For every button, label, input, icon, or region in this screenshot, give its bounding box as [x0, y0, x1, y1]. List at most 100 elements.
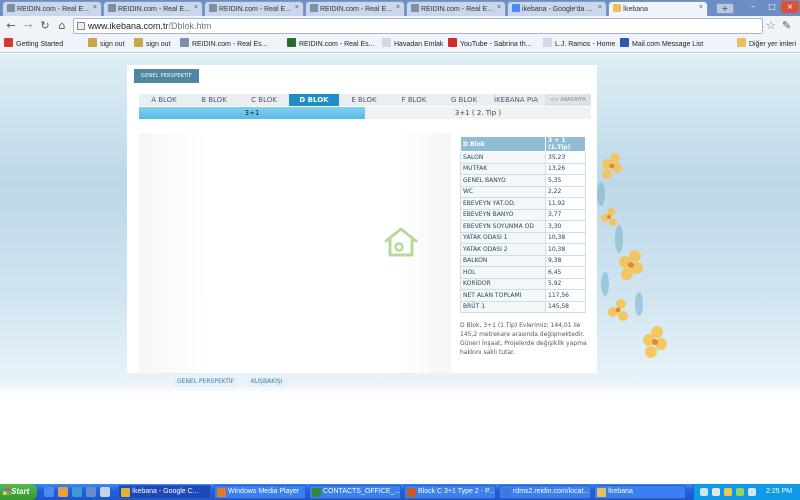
room-area: 145,58	[545, 300, 586, 313]
table-row: EBEVEYN SOYUNMA OD 3,30	[460, 220, 586, 233]
plan-frame-left	[139, 133, 209, 373]
mail-icon	[620, 38, 629, 47]
tab-type-3-1[interactable]: 3+1	[139, 107, 365, 119]
browser-tab-title: REIDIN.com - Real E...	[118, 6, 190, 13]
close-tab-icon[interactable]: ×	[194, 4, 198, 11]
browser-tab[interactable]: REIDIN.com - Real E... ×	[103, 1, 203, 16]
close-tab-icon[interactable]: ×	[396, 4, 400, 11]
minimize-window-button[interactable]: –	[744, 1, 762, 13]
bookmark-item[interactable]: Mail.com Message List	[620, 38, 703, 51]
table-row: BRÜT 1 145,58	[460, 300, 586, 313]
firefox-quick-launch-icon[interactable]	[58, 487, 68, 497]
taskbar-item[interactable]: Block C 3+1 Type 2 - P...	[404, 485, 496, 499]
room-area: 13,26	[545, 162, 586, 175]
room-area: 3,30	[545, 220, 586, 233]
browser-tab[interactable]: REIDIN.com - Real E... ×	[2, 1, 102, 16]
close-window-button[interactable]: ×	[781, 1, 799, 13]
bookmark-item[interactable]: sign out	[134, 38, 171, 51]
bookmark-item[interactable]: YouTube - Sabrina th...	[448, 38, 531, 51]
room-name: WC	[460, 185, 546, 198]
browser-tab[interactable]: ikebana - Google'da ... ×	[507, 1, 607, 16]
notification-icon[interactable]	[724, 488, 732, 496]
explorer-quick-launch-icon[interactable]	[100, 487, 110, 497]
tab-d-blok[interactable]: D BLOK	[289, 94, 339, 106]
taskbar-item[interactable]: İkebana - Google C...	[118, 485, 211, 499]
block-tabs: A BLOK B BLOK C BLOK D BLOK E BLOK F BLO…	[139, 94, 591, 106]
tab-b-blok[interactable]: B BLOK	[189, 94, 239, 106]
room-name: KORİDOR	[460, 277, 546, 290]
close-tab-icon[interactable]: ×	[295, 4, 299, 11]
reload-icon[interactable]: ↻	[37, 18, 53, 34]
browser-tab-title: ikebana - Google'da ...	[522, 6, 593, 13]
back-arrow-icon[interactable]: ←	[3, 18, 19, 34]
taskbar-item[interactable]: rdms2.reidin.com/locat...	[499, 485, 591, 499]
room-area: 35,23	[545, 151, 586, 164]
general-perspective-tab[interactable]: GENEL PERSPEKTİF	[134, 69, 199, 83]
tab-a-blok[interactable]: A BLOK	[139, 94, 189, 106]
room-name: SALON	[460, 151, 546, 164]
bookmark-item[interactable]: REIDIN.com - Real Es...	[287, 38, 374, 51]
table-row: EBEVEYN YAT.OD. 11,92	[460, 197, 586, 210]
maximize-window-button[interactable]: □	[763, 1, 781, 13]
bookmark-item[interactable]: sign out	[88, 38, 125, 51]
table-row: HOL 6,45	[460, 266, 586, 279]
tab-c-blok[interactable]: C BLOK	[239, 94, 289, 106]
room-area: 10,38	[545, 243, 586, 256]
chrome-icon	[121, 488, 130, 497]
bookmark-favicon-icon	[180, 38, 189, 47]
room-area: 117,56	[545, 289, 586, 302]
bookmark-star-icon[interactable]: ☆	[766, 19, 776, 32]
browser-tab[interactable]: REIDIN.com - Real E... ×	[204, 1, 304, 16]
page-favicon-icon	[310, 4, 318, 12]
bookmark-label: sign out	[100, 41, 125, 48]
content-panel: GENEL PERSPEKTİF A BLOK B BLOK C BLOK D …	[127, 65, 597, 373]
youtube-icon	[448, 38, 457, 47]
desktop-quick-launch-icon[interactable]	[86, 487, 96, 497]
chrome-quick-launch-icon[interactable]	[44, 487, 54, 497]
browser-tab[interactable]: REIDIN.com - Real E... ×	[406, 1, 506, 16]
footer-link-general-perspective[interactable]: GENEL PERSPEKTİF	[173, 377, 239, 387]
network-icon[interactable]	[700, 488, 708, 496]
antivirus-icon[interactable]	[736, 488, 744, 496]
wrench-menu-icon[interactable]: ✎	[782, 19, 791, 32]
close-tab-icon[interactable]: ×	[598, 4, 602, 11]
bookmark-item[interactable]: L.J. Ramos - Home	[543, 38, 615, 51]
flower-decoration-icon	[597, 153, 667, 358]
forward-arrow-icon[interactable]: →	[20, 18, 36, 34]
other-bookmarks[interactable]: Diğer yer imleri	[737, 38, 796, 51]
bookmark-label: Diğer yer imleri	[749, 41, 797, 48]
start-button[interactable]: Start	[0, 484, 37, 500]
close-tab-icon[interactable]: ×	[93, 4, 97, 11]
close-tab-icon[interactable]: ×	[497, 4, 501, 11]
home-page-link[interactable]: << ANASAYFA	[545, 94, 591, 106]
browser-tab-active[interactable]: İkebana ×	[608, 1, 708, 16]
bookmark-label: REIDIN.com - Real Es...	[192, 41, 268, 48]
table-row: YATAK ODASI 2 10,38	[460, 243, 586, 256]
tab-e-blok[interactable]: E BLOK	[339, 94, 389, 106]
footer-link-birds-eye[interactable]: KUŞBAKIŞI	[247, 377, 287, 387]
ie-quick-launch-icon[interactable]	[72, 487, 82, 497]
new-tab-button[interactable]: +	[716, 3, 734, 14]
messenger-icon[interactable]	[748, 488, 756, 496]
browser-tab[interactable]: REIDIN.com - Real E... ×	[305, 1, 405, 16]
taskbar-item[interactable]: İkebana	[594, 485, 686, 499]
room-name: YATAK ODASI 2	[460, 243, 546, 256]
tab-type-3-1-second[interactable]: 3+1 ( 2. Tip )	[365, 107, 591, 119]
room-name: MUTFAK	[460, 162, 546, 175]
tab-f-blok[interactable]: F BLOK	[389, 94, 439, 106]
tab-g-blok[interactable]: G BLOK	[439, 94, 489, 106]
room-name: GENEL BANYO	[460, 174, 546, 187]
browser-icon	[502, 488, 511, 497]
tab-ikebana-pia[interactable]: İKEBANA PIA	[489, 94, 543, 106]
home-icon[interactable]: ⌂	[54, 18, 70, 34]
bookmark-item[interactable]: REIDIN.com - Real Es...	[180, 38, 267, 51]
taskbar-item[interactable]: Windows Media Player	[214, 485, 306, 499]
bookmark-item[interactable]: Getting Started	[4, 38, 63, 51]
address-bar[interactable]: www.ikebana.com.tr/Dblok.htm	[73, 18, 763, 34]
taskbar-item[interactable]: CONTACTS_OFFICE_...	[309, 485, 401, 499]
bookmark-favicon-icon	[134, 38, 143, 47]
volume-icon[interactable]	[712, 488, 720, 496]
bookmark-item[interactable]: Havadan Emlak	[382, 38, 443, 51]
close-tab-icon[interactable]: ×	[699, 4, 703, 11]
table-row: KORİDOR 5,92	[460, 277, 586, 290]
